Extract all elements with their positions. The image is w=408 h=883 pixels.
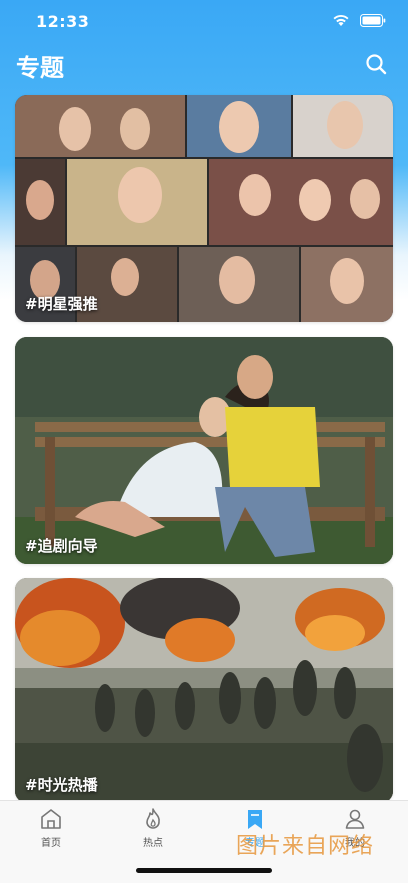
drama-couple-image bbox=[15, 337, 393, 564]
battery-icon bbox=[360, 13, 386, 27]
tab-home[interactable]: 首页 bbox=[16, 807, 86, 855]
person-icon bbox=[345, 809, 365, 829]
topics-screen: 12:33 专题 #明星强推 #追剧向导 #时光热播 首页 热点 专题 我的 图… bbox=[0, 0, 408, 883]
celebrity-collage-image bbox=[15, 95, 393, 322]
tab-label: 我的 bbox=[345, 838, 365, 849]
home-indicator bbox=[136, 868, 272, 873]
status-icons bbox=[332, 13, 386, 27]
nav-bar: 专题 bbox=[0, 44, 408, 84]
tab-label: 热点 bbox=[143, 838, 163, 849]
war-scene-image bbox=[15, 578, 393, 803]
tab-label: 首页 bbox=[41, 838, 61, 849]
topic-card-drama-guide[interactable]: #追剧向导 bbox=[15, 337, 393, 564]
home-icon bbox=[41, 809, 61, 829]
bookmark-icon bbox=[248, 810, 262, 829]
tab-label: 专题 bbox=[245, 838, 265, 849]
page-title: 专题 bbox=[16, 54, 64, 82]
wifi-icon bbox=[333, 14, 349, 26]
flame-icon bbox=[146, 808, 160, 829]
tab-mine[interactable]: 我的 bbox=[320, 807, 390, 855]
status-time: 12:33 bbox=[36, 12, 90, 31]
topic-card-time-hits[interactable]: #时光热播 bbox=[15, 578, 393, 803]
tab-hot[interactable]: 热点 bbox=[118, 807, 188, 855]
status-bar: 12:33 bbox=[0, 0, 408, 44]
tab-topics[interactable]: 专题 bbox=[220, 807, 290, 855]
topic-card-label: #明星强推 bbox=[25, 295, 98, 313]
search-icon[interactable] bbox=[364, 52, 388, 76]
topic-card-label: #追剧向导 bbox=[25, 537, 98, 555]
topic-card-label: #时光热播 bbox=[25, 776, 98, 794]
topic-card-star-recommend[interactable]: #明星强推 bbox=[15, 95, 393, 322]
